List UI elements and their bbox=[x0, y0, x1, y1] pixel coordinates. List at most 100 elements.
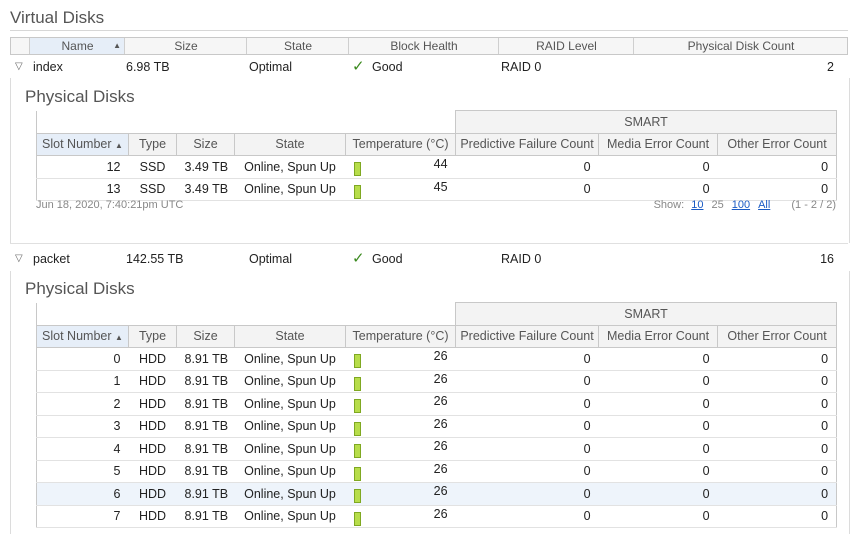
column-header-size[interactable]: Size bbox=[176, 324, 235, 348]
cell-size: 8.91 TB bbox=[176, 505, 235, 528]
cell-other-error-count: 0 bbox=[717, 370, 837, 393]
column-header-media-error-count[interactable]: Media Error Count bbox=[598, 132, 719, 156]
cell-other-error-count: 0 bbox=[717, 178, 837, 201]
column-header-state[interactable]: State bbox=[234, 132, 346, 156]
pager-option-all[interactable]: All bbox=[758, 199, 770, 211]
column-header-size[interactable]: Size bbox=[124, 38, 247, 54]
vd-state: Optimal bbox=[249, 60, 293, 74]
cell-temperature: 26 bbox=[345, 347, 456, 371]
cell-type: HDD bbox=[128, 370, 177, 393]
column-header-state[interactable]: State bbox=[246, 38, 349, 54]
physical-disks-table: SMART Slot Number ▲ Type Size State Temp… bbox=[36, 110, 838, 201]
cell-size: 8.91 TB bbox=[176, 347, 235, 371]
column-header-physical-disk-count[interactable]: Physical Disk Count bbox=[633, 38, 848, 54]
cell-predictive-failure-count: 0 bbox=[455, 415, 599, 438]
cell-state: Online, Spun Up bbox=[234, 347, 346, 371]
cell-slot: 0 bbox=[36, 347, 129, 371]
table-row[interactable]: 5 HDD 8.91 TB Online, Spun Up 26 0 0 0 bbox=[36, 460, 837, 483]
vd-disk-count: 2 bbox=[827, 60, 834, 74]
expand-toggle-icon[interactable]: ▽ bbox=[15, 56, 23, 78]
cell-type: HDD bbox=[128, 415, 177, 438]
column-header-predictive-failure-count[interactable]: Predictive Failure Count bbox=[455, 132, 600, 156]
cell-other-error-count: 0 bbox=[717, 460, 837, 483]
vd-raid-level: RAID 0 bbox=[501, 252, 542, 266]
temperature-bar-icon bbox=[353, 162, 361, 177]
table-row[interactable]: 3 HDD 8.91 TB Online, Spun Up 26 0 0 0 bbox=[36, 415, 837, 438]
cell-other-error-count: 0 bbox=[717, 155, 837, 179]
cell-other-error-count: 0 bbox=[717, 415, 837, 438]
row-divider bbox=[10, 243, 848, 244]
table-row[interactable]: 12 SSD 3.49 TB Online, Spun Up 44 0 0 0 bbox=[36, 155, 837, 179]
temperature-bar-icon bbox=[353, 399, 361, 414]
column-header-slot-number[interactable]: Slot Number ▲ bbox=[36, 324, 129, 348]
column-header-state[interactable]: State bbox=[234, 324, 346, 348]
table-row[interactable]: 6 HDD 8.91 TB Online, Spun Up 26 0 0 0 bbox=[36, 482, 837, 506]
cell-state: Online, Spun Up bbox=[234, 437, 346, 461]
vd-name: index bbox=[33, 60, 63, 74]
table-row[interactable]: 0 HDD 8.91 TB Online, Spun Up 26 0 0 0 bbox=[36, 347, 837, 371]
table-row[interactable]: 7 HDD 8.91 TB Online, Spun Up 26 0 0 0 bbox=[36, 505, 837, 528]
vd-state: Optimal bbox=[249, 252, 293, 266]
cell-size: 8.91 TB bbox=[176, 437, 235, 461]
cell-predictive-failure-count: 0 bbox=[455, 347, 599, 371]
column-header-other-error-count[interactable]: Other Error Count bbox=[717, 324, 838, 348]
cell-media-error-count: 0 bbox=[598, 505, 718, 528]
column-header-temperature[interactable]: Temperature (°C) bbox=[344, 132, 457, 156]
cell-temperature: 26 bbox=[345, 460, 456, 483]
cell-predictive-failure-count: 0 bbox=[455, 437, 599, 461]
column-header-temperature[interactable]: Temperature (°C) bbox=[344, 324, 457, 348]
expand-column-header bbox=[11, 38, 29, 54]
temperature-bar-icon bbox=[353, 466, 361, 481]
column-header-other-error-count[interactable]: Other Error Count bbox=[717, 132, 838, 156]
cell-media-error-count: 0 bbox=[598, 178, 718, 201]
cell-other-error-count: 0 bbox=[717, 482, 837, 506]
column-header-media-error-count[interactable]: Media Error Count bbox=[598, 324, 719, 348]
column-header-predictive-failure-count[interactable]: Predictive Failure Count bbox=[455, 324, 600, 348]
cell-temperature: 26 bbox=[345, 415, 456, 438]
cell-size: 8.91 TB bbox=[176, 460, 235, 483]
pager-option-10[interactable]: 10 bbox=[691, 199, 703, 211]
cell-predictive-failure-count: 0 bbox=[455, 392, 599, 416]
temperature-bar-icon bbox=[353, 489, 361, 504]
expand-toggle-icon[interactable]: ▽ bbox=[15, 248, 23, 270]
table-row[interactable]: 2 HDD 8.91 TB Online, Spun Up 26 0 0 0 bbox=[36, 392, 837, 416]
temperature-bar-icon bbox=[353, 184, 361, 199]
table-row[interactable]: 4 HDD 8.91 TB Online, Spun Up 26 0 0 0 bbox=[36, 437, 837, 461]
column-header-block-health[interactable]: Block Health bbox=[348, 38, 499, 54]
column-header-type[interactable]: Type bbox=[128, 324, 177, 348]
cell-slot: 5 bbox=[36, 460, 129, 483]
cell-predictive-failure-count: 0 bbox=[455, 155, 599, 179]
column-header-size[interactable]: Size bbox=[176, 132, 235, 156]
smart-group-header: SMART bbox=[455, 302, 838, 326]
cell-predictive-failure-count: 0 bbox=[455, 482, 599, 506]
temperature-value: 26 bbox=[433, 371, 448, 386]
table-row[interactable]: 1 HDD 8.91 TB Online, Spun Up 26 0 0 0 bbox=[36, 370, 837, 393]
temperature-value: 26 bbox=[433, 506, 448, 521]
column-header-raid-level[interactable]: RAID Level bbox=[498, 38, 634, 54]
temperature-bar-icon bbox=[353, 444, 361, 459]
column-header-name[interactable]: Name ▲ bbox=[29, 38, 125, 54]
virtual-disk-row[interactable]: ▽ index 6.98 TB Optimal ✓ Good RAID 0 2 bbox=[10, 56, 848, 78]
page-title: Virtual Disks bbox=[10, 8, 105, 27]
cell-media-error-count: 0 bbox=[598, 482, 718, 506]
pager-option-100[interactable]: 100 bbox=[732, 199, 750, 211]
cell-slot: 3 bbox=[36, 415, 129, 438]
cell-size: 8.91 TB bbox=[176, 392, 235, 416]
check-icon: ✓ bbox=[352, 58, 365, 75]
pager-option-25: 25 bbox=[711, 199, 724, 211]
column-header-type[interactable]: Type bbox=[128, 132, 177, 156]
physical-disks-table: SMART Slot Number ▲ Type Size State Temp… bbox=[36, 302, 838, 528]
cell-other-error-count: 0 bbox=[717, 392, 837, 416]
temperature-bar-icon bbox=[353, 354, 361, 369]
temperature-value: 26 bbox=[433, 349, 448, 364]
table-row[interactable]: 13 SSD 3.49 TB Online, Spun Up 45 0 0 0 bbox=[36, 178, 837, 201]
virtual-disk-row[interactable]: ▽ packet 142.55 TB Optimal ✓ Good RAID 0… bbox=[10, 248, 848, 270]
cell-type: HDD bbox=[128, 505, 177, 528]
column-header-slot-number[interactable]: Slot Number ▲ bbox=[36, 132, 129, 156]
cell-temperature: 26 bbox=[345, 505, 456, 528]
cell-state: Online, Spun Up bbox=[234, 460, 346, 483]
check-icon: ✓ bbox=[352, 250, 365, 267]
cell-temperature: 45 bbox=[345, 178, 456, 201]
smart-group-header: SMART bbox=[455, 110, 838, 134]
cell-media-error-count: 0 bbox=[598, 437, 718, 461]
